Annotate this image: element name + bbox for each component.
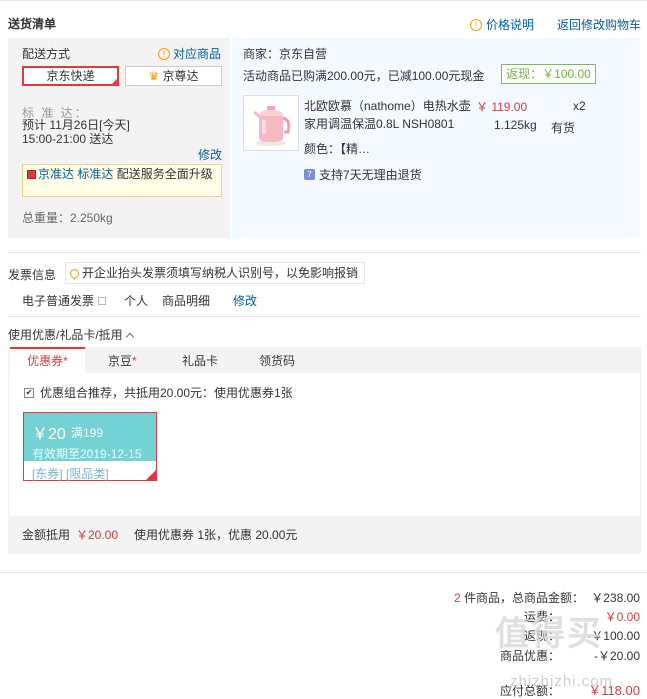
deduct-label: 金额抵用 [22, 528, 71, 542]
jzd-text: 配送服务全面升级 [116, 167, 213, 181]
price-explain-label[interactable]: 价格说明 [486, 16, 534, 33]
watermark: 值得买 [495, 615, 603, 653]
modify-delivery-link[interactable]: 修改 [198, 146, 222, 163]
jzd-tag[interactable]: 标准达 [77, 167, 113, 181]
deduct-amount: ￥20.00 [76, 528, 119, 542]
option-jd-express[interactable]: 京东快递 [22, 66, 119, 86]
coupon-condition: 满199 [71, 426, 104, 440]
promo-text: 活动商品已购满200.00元，已减100.00元现金 [243, 69, 485, 83]
coupon-tabbar [8, 347, 641, 373]
required-mark: * [132, 354, 137, 368]
divider [8, 316, 641, 317]
coupon-section-title: 使用优惠/礼品卡/抵用 [8, 328, 123, 342]
product-name[interactable]: 北欧欧慕（nathome）电热水壶家用调温保温0.8L NSH0801 [304, 97, 472, 133]
tab-pickup-code[interactable]: 领货码 [259, 352, 295, 369]
jzd-name[interactable]: 京准达 [38, 167, 74, 181]
section-title: 送货清单 [8, 17, 57, 31]
option-jzd[interactable]: ♛ 京尊达 [125, 66, 222, 86]
summary-count-row: 2 件商品，总商品金额： [454, 589, 584, 606]
invoice-tip-text: 开企业抬头发票须填写纳税人识别号，以免影响报销 [82, 266, 359, 280]
coupon-section-toggle[interactable]: 使用优惠/礼品卡/抵用 [8, 326, 134, 343]
product-price: ￥ 119.00 [476, 100, 528, 114]
selected-corner-icon [146, 470, 156, 480]
summary-count: 2 [454, 591, 461, 605]
coupon-tags: [东券] [限品类] [32, 467, 109, 481]
cashback-badge: 返现：￥100.00 [501, 64, 596, 84]
divider [0, 572, 647, 573]
combo-recommend[interactable]: ✔ 优惠组合推荐，共抵用20.00元：使用优惠券1张 [24, 384, 293, 401]
tab-jingdou-label: 京豆 [108, 354, 133, 368]
invoice-tip: 开企业抬头发票须填写纳税人识别号，以免影响报销 [65, 262, 366, 284]
combo-text: 优惠组合推荐，共抵用20.00元：使用优惠券1张 [40, 386, 293, 400]
product-thumbnail[interactable] [243, 95, 299, 151]
stock-status: 有货 [551, 121, 576, 135]
tab-giftcard[interactable]: 礼品卡 [182, 352, 218, 369]
deduct-desc: 使用优惠券 1张，优惠 20.00元 [134, 528, 298, 542]
watermark-domain: zhizhizhi.com [510, 673, 614, 690]
tab-coupons-label: 优惠券 [27, 354, 64, 368]
coupon-amount: ￥20 [32, 426, 66, 443]
return-policy-text: 支持7天无理由退货 [319, 168, 422, 182]
checkbox-icon[interactable]: ✔ [24, 387, 34, 398]
tab-jingdou[interactable]: 京豆* [108, 352, 137, 369]
price-explain-link[interactable]: ! 价格说明 [470, 16, 534, 33]
crown-icon: ♛ [148, 69, 160, 83]
back-to-cart-link[interactable]: 返回修改购物车 [557, 16, 641, 33]
invoice-info-icon[interactable] [98, 296, 107, 305]
invoice-title: 发票信息 [8, 268, 57, 282]
invoice-person: 个人 [124, 294, 149, 308]
jzd-logo-icon [27, 170, 36, 179]
seller-name: 商家：京东自营 [243, 47, 328, 61]
return-policy: 7 支持7天无理由退货 [304, 166, 422, 183]
invoice-type: 电子普通发票 [22, 292, 107, 309]
total-weight: 总重量：2.250kg [22, 211, 113, 225]
pin-icon [68, 266, 81, 280]
delivery-eta: 预计 11月26日[今天] 15:00-21:00 送达 [22, 118, 130, 146]
jzd-upgrade-notice: 京准达 标准达 配送服务全面升级 [22, 164, 222, 197]
invoice-type-label: 电子普通发票 [22, 294, 95, 308]
return-badge-icon: 7 [304, 169, 315, 180]
option-jd-express-label: 京东快递 [46, 69, 95, 83]
top-divider [0, 0, 647, 1]
goods-total: ￥238.00 [591, 591, 640, 605]
product-weight: 1.125kg [494, 118, 537, 132]
info-icon: ! [470, 18, 482, 31]
divider [8, 252, 641, 253]
chevron-up-icon [125, 332, 134, 341]
invoice-modify-link[interactable]: 修改 [233, 292, 257, 309]
info-icon: ! [158, 47, 170, 60]
option-jzd-label: 京尊达 [162, 69, 199, 83]
goods-link[interactable]: ! 对应商品 [158, 45, 221, 62]
tab-coupons[interactable]: 优惠券* [10, 347, 85, 374]
product-quantity: x2 [573, 99, 586, 113]
product-color: 颜色：【精… [304, 142, 371, 156]
goods-link-label[interactable]: 对应商品 [173, 45, 221, 62]
summary-count-label: 件商品，总商品金额： [464, 591, 585, 605]
required-mark: * [63, 354, 68, 368]
selected-corner-icon [111, 78, 118, 85]
invoice-detail: 商品明细 [162, 294, 211, 308]
shipping-method-label: 配送方式 [22, 47, 71, 61]
coupon-validity: 有效期至2019-12-15 [32, 447, 142, 461]
kettle-image [244, 96, 298, 150]
